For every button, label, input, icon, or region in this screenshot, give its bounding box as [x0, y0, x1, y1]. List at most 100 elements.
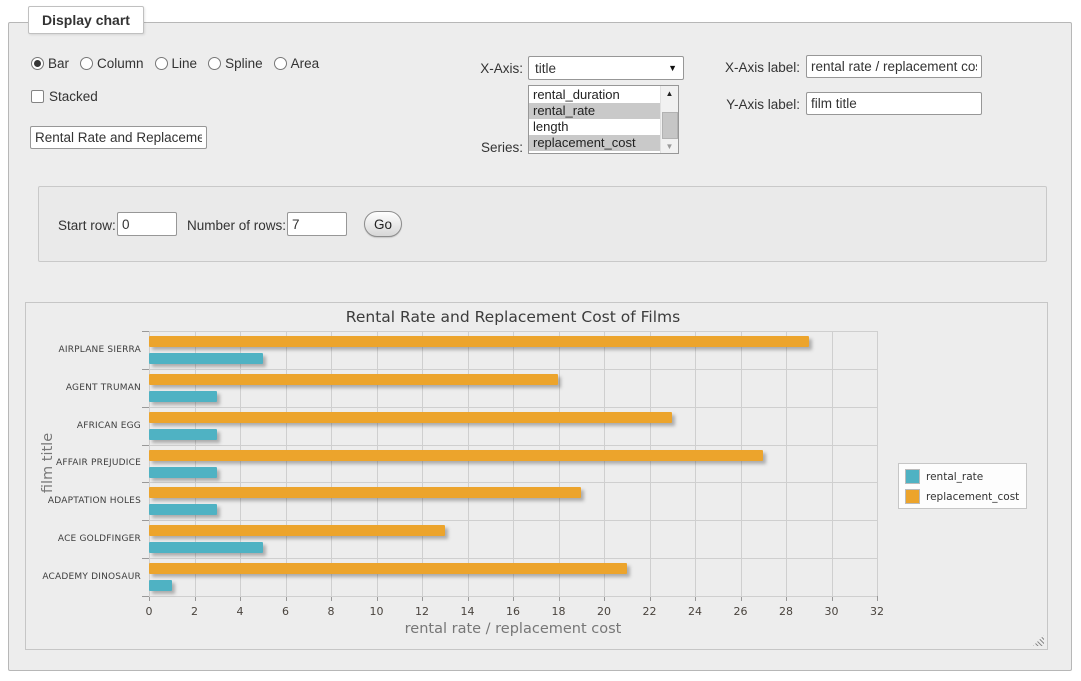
page: Display chart Bar Column Line Spline Area St… [0, 0, 1081, 681]
gridline-y-6 [149, 558, 877, 559]
gridline-x-14 [468, 331, 469, 596]
tick-label-x-26: 26 [726, 605, 756, 618]
x-axis-select-value: title [535, 61, 556, 76]
tick-label-x-16: 16 [498, 605, 528, 618]
gridline-y-1 [149, 369, 877, 370]
series-multiselect[interactable]: rental_durationrental_ratelengthreplacem… [528, 85, 679, 154]
gridline-x-10 [377, 331, 378, 596]
bar-rental_rate-5 [149, 542, 263, 553]
series-option-rental_rate[interactable]: rental_rate [529, 103, 660, 119]
bar-rental_rate-2 [149, 429, 217, 440]
stacked-checkbox[interactable] [31, 90, 44, 103]
chart-type-radio-area[interactable]: Area [274, 56, 320, 71]
tick-label-x-30: 30 [817, 605, 847, 618]
series-option-replacement_cost[interactable]: replacement_cost [529, 135, 660, 151]
tick-y-0 [142, 331, 149, 332]
chart-type-radio-spline[interactable]: Spline [208, 56, 263, 71]
resize-handle-icon[interactable] [1033, 635, 1044, 646]
gridline-x-26 [741, 331, 742, 596]
radio-label: Area [291, 56, 320, 71]
chart-type-radio-column[interactable]: Column [80, 56, 144, 71]
fieldset-legend: Display chart [28, 6, 144, 34]
category-label: AIRPLANE SIERRA [26, 331, 141, 369]
chart-legend: rental_ratereplacement_cost [898, 463, 1027, 509]
radio-icon[interactable] [155, 57, 168, 70]
gridline-y-7 [149, 596, 877, 597]
gridline-x-0 [149, 331, 150, 596]
gridline-x-22 [650, 331, 651, 596]
category-label: ACE GOLDFINGER [26, 520, 141, 558]
gridline-x-8 [331, 331, 332, 596]
gridline-x-20 [604, 331, 605, 596]
tick-label-x-8: 8 [316, 605, 346, 618]
tick-label-x-20: 20 [589, 605, 619, 618]
category-label: AGENT TRUMAN [26, 369, 141, 407]
tick-y-4 [142, 482, 149, 483]
bar-replacement_cost-6 [149, 563, 627, 574]
gridline-x-32 [877, 331, 878, 596]
chart-type-radio-line[interactable]: Line [155, 56, 198, 71]
num-rows-input[interactable] [287, 212, 347, 236]
x-axis-title: rental rate / replacement cost [149, 621, 877, 637]
chart: Rental Rate and Replacement Cost of Film… [25, 302, 1048, 650]
tick-label-x-32: 32 [862, 605, 892, 618]
bar-rental_rate-3 [149, 467, 217, 478]
tick-x-32 [877, 596, 878, 601]
bar-replacement_cost-3 [149, 450, 763, 461]
radio-icon[interactable] [31, 57, 44, 70]
chart-title: Rental Rate and Replacement Cost of Film… [149, 308, 877, 326]
bar-rental_rate-0 [149, 353, 263, 364]
chart-title-input[interactable] [30, 126, 207, 149]
gridline-x-24 [695, 331, 696, 596]
go-button[interactable]: Go [364, 211, 402, 237]
bar-rental_rate-6 [149, 580, 172, 591]
series-select-label: Series: [430, 140, 523, 155]
tick-y-7 [142, 596, 149, 597]
tick-label-x-18: 18 [544, 605, 574, 618]
gridline-x-4 [240, 331, 241, 596]
gridline-y-0 [149, 331, 877, 332]
tick-label-x-14: 14 [453, 605, 483, 618]
gridline-x-6 [286, 331, 287, 596]
category-label: ADAPTATION HOLES [26, 482, 141, 520]
bar-rental_rate-4 [149, 504, 217, 515]
bar-replacement_cost-5 [149, 525, 445, 536]
radio-icon[interactable] [80, 57, 93, 70]
radio-icon[interactable] [274, 57, 287, 70]
chart-type-radio-bar[interactable]: Bar [31, 56, 69, 71]
tick-label-x-12: 12 [407, 605, 437, 618]
gridline-y-3 [149, 445, 877, 446]
radio-icon[interactable] [208, 57, 221, 70]
x-axis-select[interactable]: title ▼ [528, 56, 684, 80]
gridline-y-5 [149, 520, 877, 521]
x-axis-select-label: X-Axis: [430, 61, 523, 76]
y-axis-label-input[interactable] [806, 92, 982, 115]
scrollbar-thumb[interactable] [662, 112, 678, 139]
tick-y-5 [142, 520, 149, 521]
stacked-checkbox-row[interactable]: Stacked [31, 88, 98, 104]
tick-label-x-0: 0 [134, 605, 164, 618]
tick-y-1 [142, 369, 149, 370]
legend-item-replacement_cost: replacement_cost [905, 489, 1019, 504]
tick-y-2 [142, 407, 149, 408]
legend-swatch [905, 489, 920, 504]
tick-label-x-6: 6 [271, 605, 301, 618]
tick-label-x-2: 2 [180, 605, 210, 618]
category-label: AFRICAN EGG [26, 407, 141, 445]
gridline-x-28 [786, 331, 787, 596]
category-label: ACADEMY DINOSAUR [26, 558, 141, 596]
tick-label-x-24: 24 [680, 605, 710, 618]
tick-label-x-22: 22 [635, 605, 665, 618]
radio-label: Line [172, 56, 198, 71]
chart-type-radio-group: Bar Column Line Spline Area [31, 55, 330, 72]
radio-label: Bar [48, 56, 69, 71]
x-axis-label-input[interactable] [806, 55, 982, 78]
gridline-x-16 [513, 331, 514, 596]
tick-label-x-4: 4 [225, 605, 255, 618]
radio-label: Column [97, 56, 144, 71]
start-row-label: Start row: [58, 218, 116, 233]
scroll-down-icon[interactable]: ▼ [661, 139, 678, 153]
start-row-input[interactable] [117, 212, 177, 236]
series-option-length[interactable]: length [529, 119, 660, 135]
series-option-rental_duration[interactable]: rental_duration [529, 87, 660, 103]
